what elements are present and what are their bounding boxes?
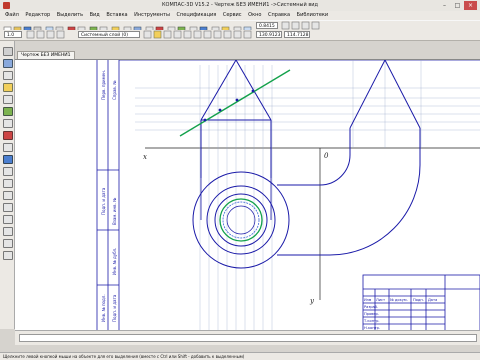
menu-libraries[interactable]: Библиотеки [297,12,329,18]
notation-icon[interactable] [3,71,13,80]
frame-label-podp1: Подп. и дата [101,187,106,215]
geometry-icon[interactable] [3,47,13,56]
menu-insert[interactable]: Вставка [106,12,127,18]
sheet-frame [96,59,480,332]
reports-icon[interactable] [3,143,13,152]
title-block [362,274,480,332]
menu-help[interactable]: Справка [268,12,290,18]
frame-label-vzam: Взам. инв. № [112,198,117,225]
tb-n-dokum: № докум. [390,298,408,302]
axis-zero-label: 0 [324,152,329,160]
arc-icon[interactable] [3,215,13,224]
spec-icon[interactable] [3,131,13,140]
frame-label-inv-podl: Инв. № подл. [101,294,106,322]
frame-label-inv-dubl: Инв. № дубл. [112,248,117,275]
kompas-window: КОМПАС-3D V15.2 - Чертеж БЕЗ ИМЕНИ1 ->Си… [0,0,480,360]
menu-spec[interactable]: Спецификация [177,12,217,18]
tb-prover: Провер. [364,312,379,316]
tb-izm: Изм [364,298,372,302]
drawing-canvas[interactable]: Перв. примен. Справ. № Подп. и дата Инв.… [15,59,480,332]
measure-icon[interactable] [3,107,13,116]
layer-select[interactable]: Системный слой (0) [78,31,140,38]
state-icons[interactable] [26,30,76,40]
views-icon[interactable] [3,167,13,176]
drawing-svg: Перв. примен. Справ. № Подп. и дата Инв.… [96,59,480,332]
menu-view[interactable]: Вид [90,12,100,18]
tab-drawing-label: Чертеж БЕЗ ИМЕНИ1 [21,53,71,58]
menu-select[interactable]: Выделить [57,12,83,18]
projection-axes [145,147,480,300]
frame-label-podp2: Подп. и дата [112,294,117,322]
menu-window[interactable]: Окно [248,12,261,18]
frame-label-perv: Перв. примен. [101,70,106,100]
select-icon[interactable] [3,119,13,128]
top-view-circles [192,171,290,269]
status-bar: Щелкните левой кнопкой мыши на объекте д… [0,352,480,360]
axis-y-label: y [309,297,315,305]
status-text: Щелкните левой кнопкой мыши на объекте д… [3,354,245,359]
tb-podp: Подп. [413,298,424,302]
window-title: КОМПАС-3D V15.2 - Чертеж БЕЗ ИМЕНИ1 ->Си… [161,2,318,8]
point-icon[interactable] [3,179,13,188]
side-view-elbow [277,59,421,256]
hatch-icon[interactable] [3,239,13,248]
command-input[interactable] [19,334,477,342]
segment-icon[interactable] [3,191,13,200]
current-state-toolbar: 1.0 Системный слой (0) 130.9123 114.7128 [0,30,480,41]
polyline-icon[interactable] [3,227,13,236]
maximize-icon[interactable]: □ [451,1,464,10]
compact-panel [0,41,15,329]
tb-razrab: Разраб. [364,305,378,309]
minimize-icon[interactable]: – [438,1,451,10]
zoom-field[interactable]: 0.8415 [256,22,278,29]
axis-x-label: x [143,153,147,161]
menu-service[interactable]: Сервис [223,12,242,18]
menu-file[interactable]: Файл [5,12,19,18]
menu-edit[interactable]: Редактор [25,12,50,18]
construction-lines [135,60,480,331]
tb-tkontr: Т.контр. [363,319,380,323]
coord-y-field[interactable]: 114.7128 [284,31,310,38]
menu-tools[interactable]: Инструменты [134,12,170,18]
menu-bar: Файл Редактор Выделить Вид Вставка Инстр… [0,11,480,20]
step-field[interactable]: 1.0 [4,31,22,38]
tb-list: Лист [376,298,385,302]
document-tabs: Чертеж БЕЗ ИМЕНИ1 [15,51,480,60]
dimensions-icon[interactable] [3,59,13,68]
tb-data: Дата [428,298,437,302]
frame-label-sprav: Справ. № [112,81,117,100]
edit-icon[interactable] [3,83,13,92]
insert-icon[interactable] [3,155,13,164]
parametrization-icon[interactable] [3,95,13,104]
circle-icon[interactable] [3,203,13,212]
command-bar [15,330,480,345]
coord-x-field[interactable]: 130.9123 [256,31,282,38]
frame-labels: Перв. примен. Справ. № Подп. и дата Инв.… [101,70,117,322]
spline-icon[interactable] [3,251,13,260]
cutting-plane [179,69,291,137]
close-icon[interactable]: × [464,1,477,10]
